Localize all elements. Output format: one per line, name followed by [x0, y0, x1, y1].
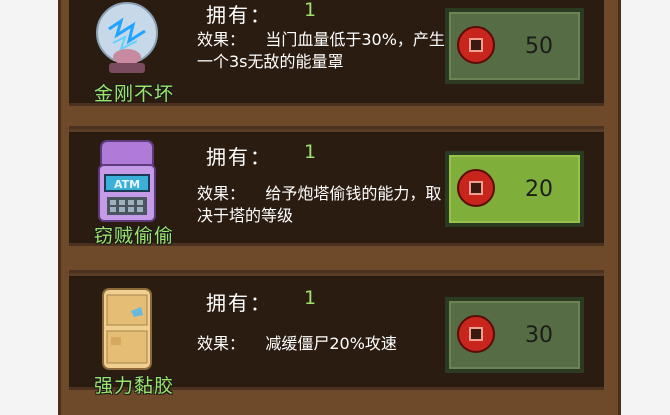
own-label: 拥有： [206, 3, 272, 27]
shop-item-card: ATM 窃贼偷偷 拥有： 1 效果： 给予炮塔偷钱的能力，取决于塔的等级 20 [69, 126, 604, 247]
own-label: 拥有： [206, 291, 272, 315]
effect-description: 效果： 给予炮塔偷钱的能力，取决于塔的等级 [197, 184, 442, 225]
effect-description: 效果： 当门血量低于30%，产生一个3s无敌的能量罩 [197, 30, 445, 71]
item-name: 金刚不坏 [93, 83, 174, 105]
buy-button[interactable]: 50 [445, 8, 584, 84]
effect-description: 效果： 减缓僵尸20%攻速 [197, 334, 397, 353]
card-divider [69, 129, 604, 132]
shop-item-card: 金刚不坏 拥有： 1 效果： 当门血量低于30%，产生一个3s无敌的能量罩 50 [69, 0, 604, 106]
price-label: 20 [525, 177, 553, 202]
price-label: 50 [525, 34, 553, 59]
coin-icon [457, 26, 495, 64]
buy-button[interactable]: 30 [445, 297, 584, 373]
own-count: 1 [304, 141, 317, 163]
shop-item-card: 强力黏胶 拥有： 1 效果： 减缓僵尸20%攻速 30 [69, 270, 604, 397]
coin-icon [457, 315, 495, 353]
glue-jar-icon [102, 288, 152, 370]
buy-button[interactable]: 20 [445, 151, 584, 227]
atm-label: ATM [114, 178, 140, 191]
own-count: 1 [304, 287, 317, 309]
item-name: 强力黏胶 [93, 375, 174, 397]
crystal-ball-icon [96, 2, 158, 73]
atm-machine-icon: ATM [98, 140, 156, 222]
own-count: 1 [304, 0, 317, 21]
own-label: 拥有： [206, 145, 272, 169]
card-divider [69, 273, 604, 276]
price-label: 30 [525, 323, 553, 348]
item-name: 窃贼偷偷 [93, 225, 174, 247]
coin-icon [457, 169, 495, 207]
